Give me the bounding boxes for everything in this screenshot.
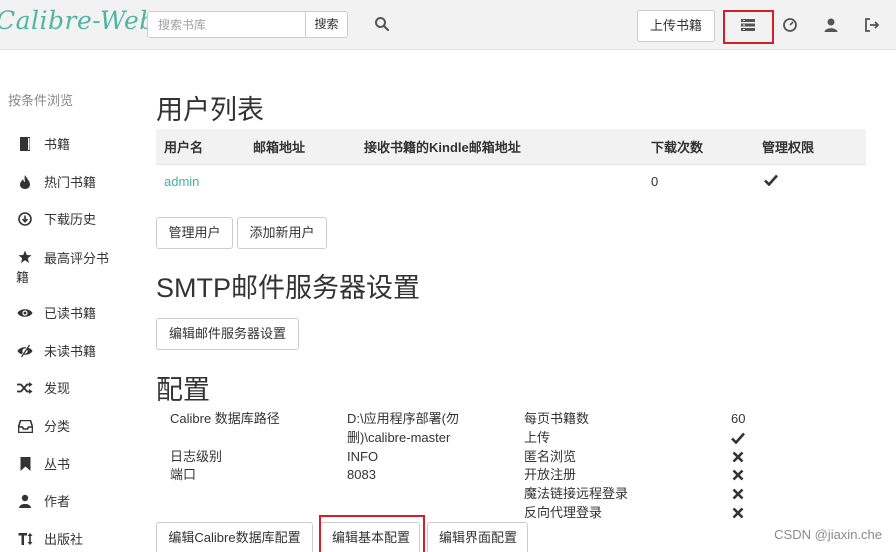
basic-config-highlight — [319, 515, 425, 552]
column-header-username: 用户名 — [156, 129, 245, 164]
top-navbar: Calibre-Web 搜索 上传书籍 — [0, 0, 896, 50]
sidebar-item-label: 最高评分书籍 — [16, 251, 110, 285]
config-label-log-level: 日志级别 — [170, 449, 223, 464]
column-header-kindle-email: 接收书籍的Kindle邮箱地址 — [356, 129, 643, 164]
cross-icon — [732, 487, 746, 501]
config-value-db-path-line2: 删)\calibre-master — [347, 430, 451, 445]
sidebar-item-series[interactable]: 丛书 — [16, 456, 126, 474]
config-label-anonymous-browse: 匿名浏览 — [524, 449, 577, 464]
logout-icon[interactable] — [862, 15, 882, 35]
dashboard-gauge-icon[interactable] — [780, 15, 800, 35]
config-label-reverse-proxy-login: 反向代理登录 — [524, 505, 603, 520]
upload-book-button[interactable]: 上传书籍 — [637, 10, 715, 42]
user-admin-cell — [754, 163, 866, 199]
user-downloads-cell: 0 — [643, 163, 754, 199]
sidebar-item-read-books[interactable]: 已读书籍 — [16, 305, 126, 323]
config-label-upload: 上传 — [524, 430, 551, 445]
eye-slash-icon — [16, 343, 34, 359]
column-header-downloads: 下载次数 — [643, 129, 754, 164]
sidebar-item-books[interactable]: 书籍 — [16, 136, 126, 154]
sidebar-item-download-history[interactable]: 下载历史 — [16, 211, 126, 229]
shuffle-icon — [16, 380, 34, 396]
sidebar-item-label: 丛书 — [44, 457, 71, 472]
inbox-icon — [16, 418, 34, 434]
config-label-db-path: Calibre 数据库路径 — [170, 411, 280, 426]
config-label-open-registration: 开放注册 — [524, 467, 577, 482]
sidebar-item-label: 发现 — [44, 381, 71, 396]
sidebar-item-label: 作者 — [44, 494, 71, 509]
user-link-admin[interactable]: admin — [164, 174, 199, 189]
cross-icon — [732, 468, 746, 482]
sidebar-item-label: 书籍 — [44, 137, 71, 152]
add-user-button[interactable]: 添加新用户 — [237, 217, 327, 249]
column-header-admin: 管理权限 — [754, 129, 866, 164]
config-label-port: 端口 — [170, 467, 197, 482]
config-value-db-path-line1: D:\应用程序部署(勿 — [347, 411, 459, 426]
book-icon — [16, 136, 34, 152]
manage-users-button[interactable]: 管理用户 — [156, 217, 233, 249]
sidebar-item-categories[interactable]: 分类 — [16, 418, 126, 436]
user-email-cell — [245, 163, 356, 199]
sidebar-item-top-rated[interactable]: 最高评分书籍 — [16, 249, 114, 287]
sidebar-item-publishers[interactable]: 出版社 — [16, 531, 126, 549]
config-value-port: 8083 — [347, 467, 376, 482]
csdn-watermark: CSDN @jiaxin.che — [774, 527, 882, 542]
edit-smtp-button[interactable]: 编辑邮件服务器设置 — [156, 318, 299, 350]
search-icon[interactable] — [374, 16, 390, 32]
bookmark-icon — [16, 456, 34, 472]
download-icon — [16, 211, 34, 227]
users-table: 用户名 邮箱地址 接收书籍的Kindle邮箱地址 下载次数 管理权限 admin… — [156, 129, 866, 199]
sidebar-item-authors[interactable]: 作者 — [16, 493, 126, 511]
search-button[interactable]: 搜索 — [305, 11, 348, 38]
eye-icon — [16, 305, 34, 321]
cross-icon — [732, 450, 746, 464]
user-icon — [16, 493, 34, 509]
fire-icon — [16, 174, 34, 190]
check-icon — [731, 431, 745, 445]
config-label-magic-link-login: 魔法链接远程登录 — [524, 486, 629, 501]
edit-calibre-db-config-button[interactable]: 编辑Calibre数据库配置 — [156, 522, 313, 552]
sidebar-item-label: 已读书籍 — [44, 306, 97, 321]
sidebar-item-hot-books[interactable]: 热门书籍 — [16, 174, 126, 192]
config-value-books-per-page: 60 — [731, 411, 746, 426]
cross-icon — [732, 506, 746, 520]
brand-logo[interactable]: Calibre-Web — [0, 6, 156, 35]
sidebar-item-label: 分类 — [44, 419, 71, 434]
table-header-row: 用户名 邮箱地址 接收书籍的Kindle邮箱地址 下载次数 管理权限 — [156, 129, 866, 164]
column-header-email: 邮箱地址 — [245, 129, 356, 164]
sidebar-item-label: 下载历史 — [44, 212, 97, 227]
config-value-log-level: INFO — [347, 449, 379, 464]
user-profile-icon[interactable] — [821, 15, 841, 35]
user-kindle-cell — [356, 163, 643, 199]
sidebar-item-label: 未读书籍 — [44, 344, 97, 359]
smtp-section-title: SMTP邮件服务器设置 — [156, 273, 421, 303]
config-section-title: 配置 — [156, 375, 210, 405]
users-section-title: 用户列表 — [156, 95, 264, 125]
search-input[interactable] — [147, 11, 306, 38]
table-row: admin 0 — [156, 163, 866, 199]
sidebar-item-discover[interactable]: 发现 — [16, 380, 126, 398]
sidebar-item-label: 出版社 — [44, 532, 84, 547]
admin-icon-highlight — [723, 10, 774, 44]
sidebar-item-label: 热门书籍 — [44, 175, 97, 190]
text-height-icon — [16, 531, 34, 547]
config-label-books-per-page: 每页书籍数 — [524, 411, 590, 426]
sidebar-item-unread-books[interactable]: 未读书籍 — [16, 343, 126, 361]
sidebar-heading: 按条件浏览 — [8, 93, 74, 108]
check-icon — [764, 174, 778, 189]
edit-ui-config-button[interactable]: 编辑界面配置 — [427, 522, 528, 552]
